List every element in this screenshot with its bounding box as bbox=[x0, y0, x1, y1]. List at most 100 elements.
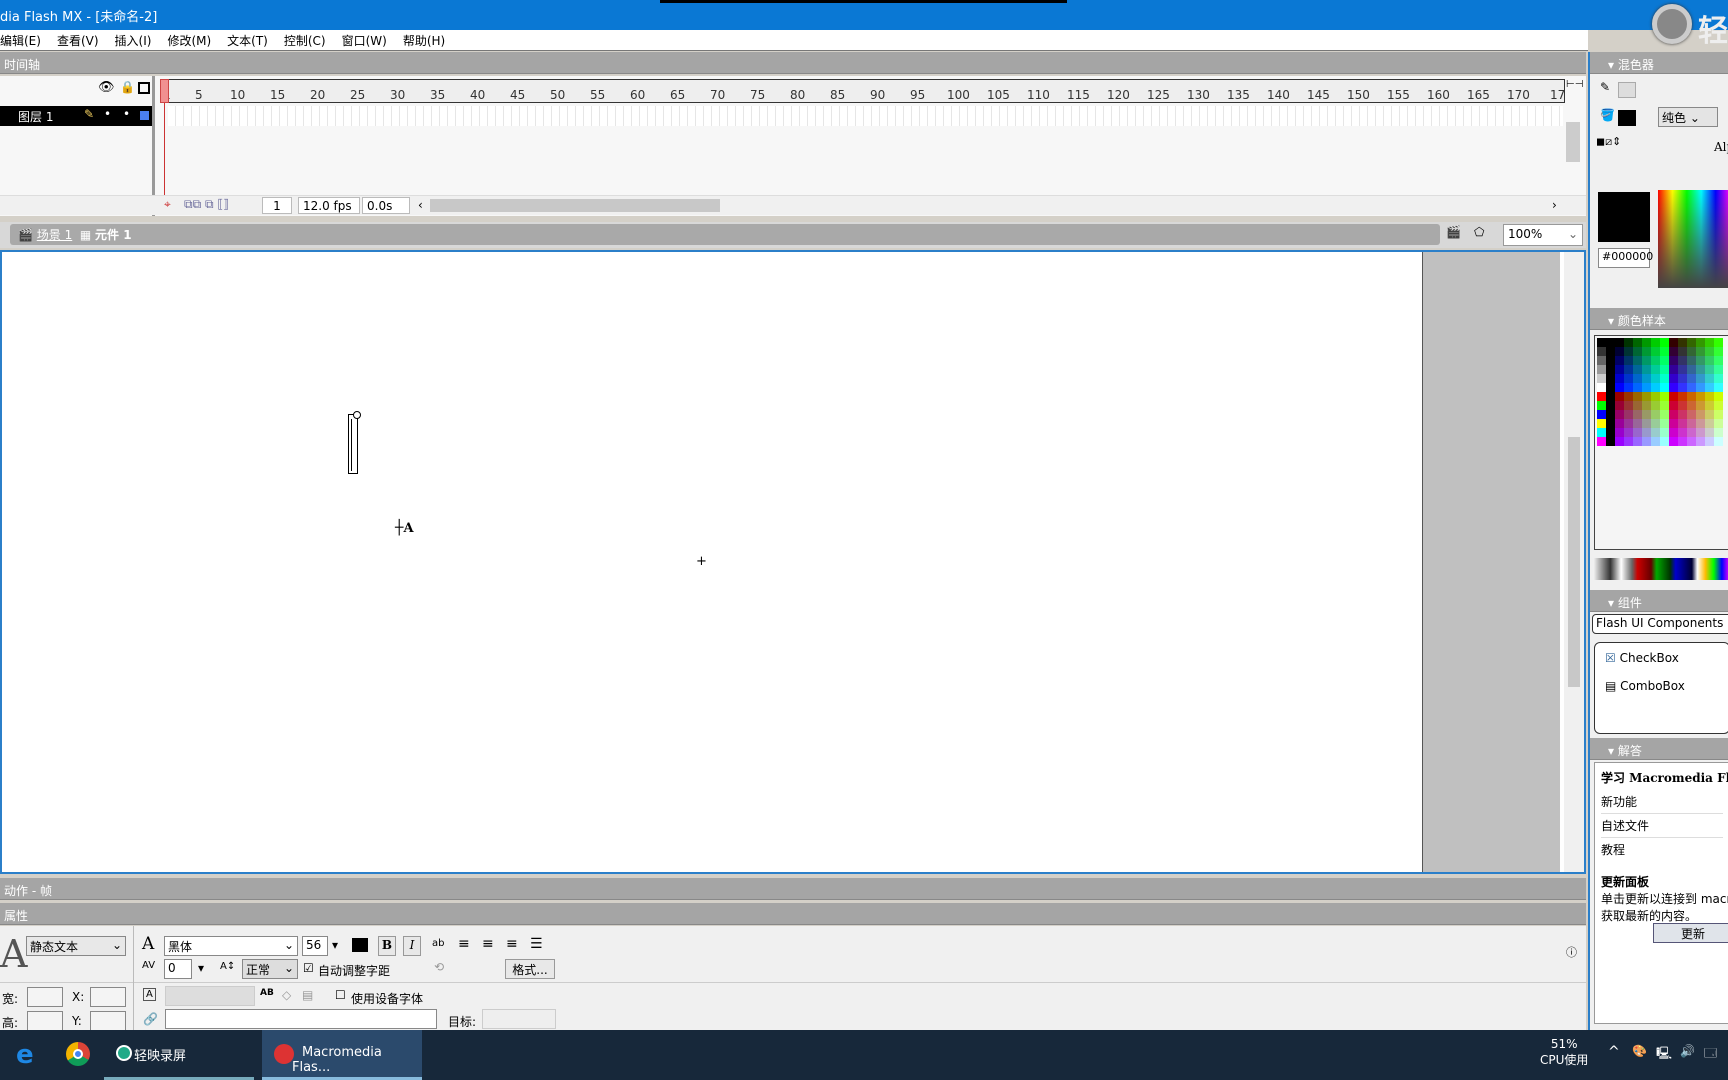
color-swatch[interactable] bbox=[1624, 338, 1633, 347]
color-swatch[interactable] bbox=[1678, 374, 1687, 383]
color-swatch[interactable] bbox=[1651, 410, 1660, 419]
timeline-header[interactable]: 时间轴 bbox=[0, 52, 1586, 74]
color-swatch[interactable] bbox=[1615, 365, 1624, 374]
color-swatch[interactable] bbox=[1633, 383, 1642, 392]
color-swatch[interactable] bbox=[1705, 401, 1714, 410]
color-swatch[interactable] bbox=[1696, 428, 1705, 437]
color-swatch[interactable] bbox=[1714, 428, 1723, 437]
color-swatch[interactable] bbox=[1633, 419, 1642, 428]
color-swatch[interactable] bbox=[1705, 347, 1714, 356]
color-swatch[interactable] bbox=[1597, 338, 1606, 347]
color-swatch[interactable] bbox=[1633, 392, 1642, 401]
html-icon[interactable]: ◇ bbox=[282, 988, 291, 1002]
link-whats-new[interactable]: 新功能 bbox=[1601, 790, 1723, 814]
color-swatch[interactable] bbox=[1714, 410, 1723, 419]
font-select[interactable]: 黑体 ⌄ bbox=[164, 936, 298, 956]
color-swatch[interactable] bbox=[1624, 410, 1633, 419]
menu-modify[interactable]: 修改(M) bbox=[167, 32, 211, 50]
color-swatch[interactable] bbox=[1687, 383, 1696, 392]
color-swatch[interactable] bbox=[1597, 428, 1606, 437]
color-swatch[interactable] bbox=[1606, 365, 1615, 374]
color-swatch[interactable] bbox=[1633, 401, 1642, 410]
layer-color-swatch[interactable] bbox=[140, 111, 149, 120]
color-swatch[interactable] bbox=[1678, 401, 1687, 410]
color-swatch[interactable] bbox=[1714, 374, 1723, 383]
color-swatch[interactable] bbox=[1669, 356, 1678, 365]
taskbar-app-recorder[interactable]: 轻映录屏 bbox=[104, 1030, 254, 1080]
color-swatch[interactable] bbox=[1633, 374, 1642, 383]
color-swatch[interactable] bbox=[1597, 383, 1606, 392]
hex-field[interactable]: #000000 bbox=[1598, 248, 1653, 268]
color-swatch[interactable] bbox=[1696, 383, 1705, 392]
height-field[interactable] bbox=[27, 1011, 63, 1031]
layer-row[interactable]: 图层 1 ✎ • • bbox=[0, 106, 152, 126]
color-swatch[interactable] bbox=[1651, 338, 1660, 347]
components-header[interactable]: ▾ 组件 bbox=[1590, 590, 1728, 612]
color-swatch[interactable] bbox=[1696, 410, 1705, 419]
color-swatch[interactable] bbox=[1624, 383, 1633, 392]
color-swatch[interactable] bbox=[1687, 365, 1696, 374]
color-swatch[interactable] bbox=[1624, 428, 1633, 437]
color-swatch[interactable] bbox=[1606, 383, 1615, 392]
frame-cells[interactable] bbox=[168, 106, 1563, 126]
tray-app-icon[interactable]: 🎨 bbox=[1632, 1044, 1647, 1058]
color-swatch[interactable] bbox=[1714, 356, 1723, 365]
color-swatch[interactable] bbox=[1606, 428, 1615, 437]
color-swatch[interactable] bbox=[1669, 428, 1678, 437]
color-swatch[interactable] bbox=[1633, 428, 1642, 437]
color-swatch[interactable] bbox=[1669, 365, 1678, 374]
color-swatch[interactable] bbox=[1687, 347, 1696, 356]
color-swatch[interactable] bbox=[1687, 338, 1696, 347]
color-swatch[interactable] bbox=[1660, 437, 1669, 446]
color-swatch[interactable] bbox=[1705, 338, 1714, 347]
text-color-swatch[interactable] bbox=[352, 938, 368, 952]
menu-view[interactable]: 查看(V) bbox=[57, 32, 99, 50]
text-direction-icon[interactable]: ab bbox=[432, 938, 444, 949]
color-swatch[interactable] bbox=[1642, 437, 1651, 446]
color-swatch[interactable] bbox=[1606, 401, 1615, 410]
color-swatch[interactable] bbox=[1678, 365, 1687, 374]
color-swatch[interactable] bbox=[1597, 392, 1606, 401]
color-swatch[interactable] bbox=[1705, 383, 1714, 392]
color-swatch[interactable] bbox=[1696, 365, 1705, 374]
size-dropdown-icon[interactable]: ▾ bbox=[332, 938, 338, 952]
taskbar-app-flash[interactable]: Macromedia Flas... bbox=[262, 1030, 422, 1080]
color-swatch[interactable] bbox=[1696, 392, 1705, 401]
url-field[interactable] bbox=[165, 1009, 437, 1029]
color-swatch[interactable] bbox=[1678, 347, 1687, 356]
text-field-box[interactable] bbox=[348, 414, 358, 474]
border-icon[interactable]: ▤ bbox=[302, 988, 313, 1002]
zoom-select[interactable]: 100% ⌄ bbox=[1503, 224, 1583, 246]
color-swatch[interactable] bbox=[1615, 401, 1624, 410]
color-swatch[interactable] bbox=[1597, 419, 1606, 428]
network-icon[interactable]: 🖳 bbox=[1656, 1044, 1672, 1065]
playhead[interactable] bbox=[160, 79, 169, 103]
color-swatch[interactable] bbox=[1669, 401, 1678, 410]
frame-view-icon[interactable]: ⊢⊣ bbox=[1566, 79, 1583, 90]
color-swatch[interactable] bbox=[1687, 419, 1696, 428]
color-swatch[interactable] bbox=[1633, 437, 1642, 446]
edit-symbol-icon[interactable]: ⬠ bbox=[1474, 225, 1484, 239]
list-item[interactable]: ▤ ComboBox bbox=[1605, 679, 1685, 693]
color-swatch[interactable] bbox=[1597, 410, 1606, 419]
color-swatch[interactable] bbox=[1642, 365, 1651, 374]
align-justify-icon[interactable]: ☰ bbox=[530, 936, 543, 952]
lock-icon[interactable]: 🔒 bbox=[120, 80, 135, 94]
color-swatch[interactable] bbox=[1705, 419, 1714, 428]
color-swatch[interactable] bbox=[1660, 383, 1669, 392]
color-swatch[interactable] bbox=[1606, 374, 1615, 383]
color-swatch[interactable] bbox=[1597, 437, 1606, 446]
bold-button[interactable]: B bbox=[378, 936, 396, 956]
swatches-header[interactable]: ▾ 颜色样本 bbox=[1590, 308, 1728, 330]
color-swatch[interactable] bbox=[1669, 410, 1678, 419]
color-swatch[interactable] bbox=[1660, 338, 1669, 347]
color-swatch[interactable] bbox=[1660, 410, 1669, 419]
color-swatch[interactable] bbox=[1705, 374, 1714, 383]
color-swatch[interactable] bbox=[1678, 338, 1687, 347]
color-swatch[interactable] bbox=[1615, 410, 1624, 419]
color-swatch[interactable] bbox=[1597, 356, 1606, 365]
color-swatch[interactable] bbox=[1615, 428, 1624, 437]
color-swatch[interactable] bbox=[1678, 437, 1687, 446]
lock-dot[interactable]: • bbox=[123, 107, 130, 121]
color-swatch[interactable] bbox=[1624, 356, 1633, 365]
